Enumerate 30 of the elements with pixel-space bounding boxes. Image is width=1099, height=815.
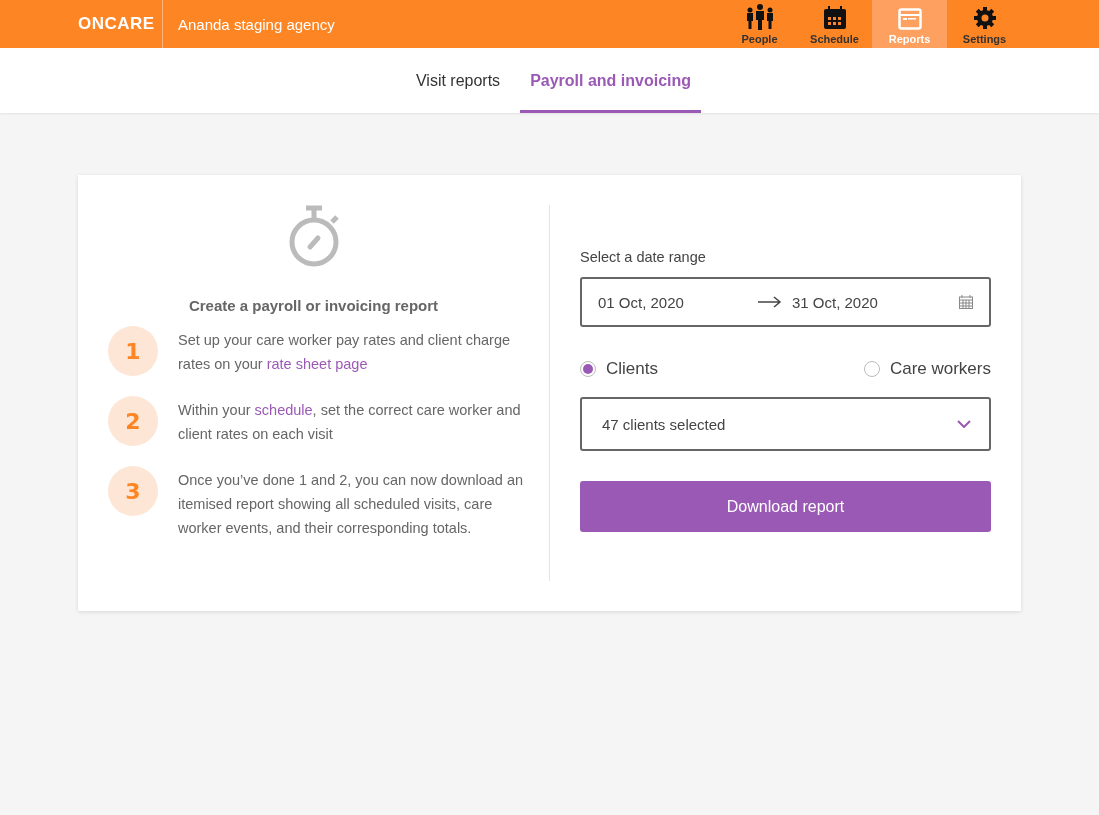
- people-icon: [744, 4, 775, 30]
- date-range-field[interactable]: 01 Oct, 2020 31 Oct, 2020: [580, 277, 991, 327]
- step-number: 1: [108, 326, 158, 376]
- tab[interactable]: Visit reports: [405, 48, 511, 113]
- calendar-icon: [959, 295, 973, 309]
- step-text: Once you’ve done 1 and 2, you can now download an itemised report showing all scheduled visits, care worker events, and their corresponding totals.: [178, 471, 525, 538]
- field-label: Select a date range: [580, 249, 707, 265]
- browser-window-icon: [897, 8, 922, 30]
- step-number: 2: [108, 396, 158, 446]
- clients-dropdown[interactable]: 47 clients selected: [580, 397, 991, 451]
- arrow-icon: [758, 296, 782, 308]
- nav-item[interactable]: People: [722, 0, 797, 48]
- nav-item[interactable]: Settings: [947, 0, 1022, 48]
- step-text: Within your schedule, set the correct care worker and client rates on each visit: [178, 401, 522, 444]
- card-title: Create a payroll or invoicing report: [188, 297, 439, 314]
- text-link[interactable]: schedule: [254, 402, 313, 418]
- stopwatch-icon: [287, 205, 340, 269]
- radio-option[interactable]: Clients: [580, 359, 658, 379]
- agency-name: Ananda staging agency: [177, 14, 336, 35]
- step-text: Set up your care worker pay rates and client charge rates on your rate sheet page: [178, 331, 512, 374]
- text-link[interactable]: rate sheet page: [266, 356, 368, 372]
- download-button[interactable]: Download report: [580, 481, 991, 532]
- logo: ONCARE: [78, 13, 156, 35]
- radio-option[interactable]: Care workers: [863, 359, 991, 379]
- nav-item[interactable]: Schedule: [797, 0, 872, 48]
- calendar-icon: [822, 6, 847, 30]
- chevron-down-icon: [957, 420, 971, 428]
- tab[interactable]: Payroll and invoicing: [520, 48, 702, 113]
- settings-icon: [972, 6, 997, 30]
- step-number: 3: [108, 466, 158, 516]
